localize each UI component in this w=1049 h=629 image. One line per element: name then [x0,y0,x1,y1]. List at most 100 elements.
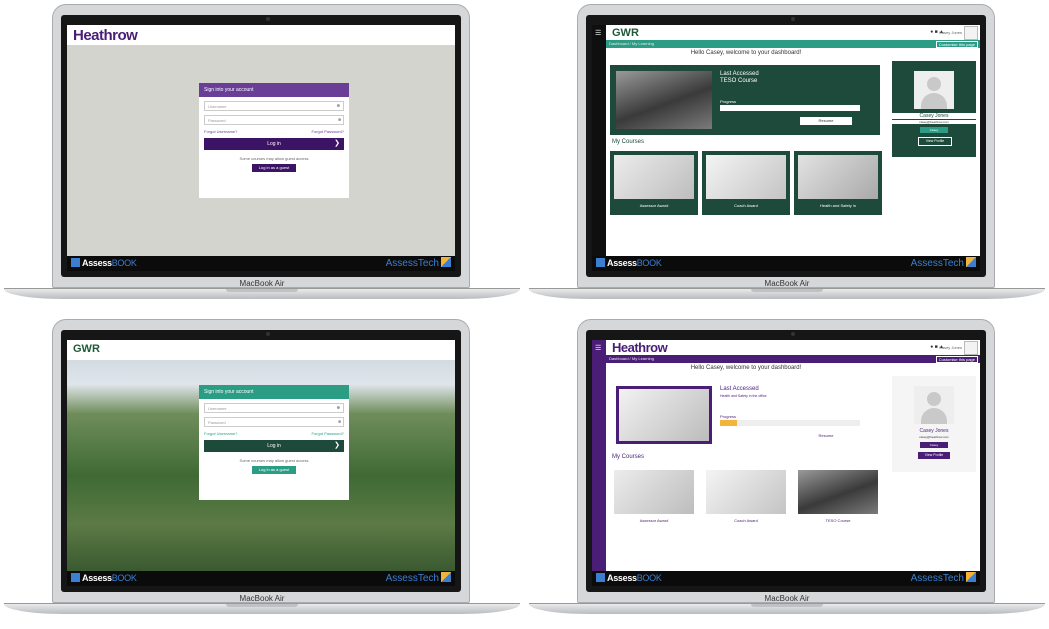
forgot-password-link[interactable]: Forgot Password? [312,431,344,436]
forgot-password-link[interactable]: Forgot Password? [312,129,344,134]
course-card[interactable]: Health and Safety in [794,151,882,215]
screen-bezel: ☰ GWR ● ■ ▲ Casey Jones Dashboard / My L… [586,15,986,277]
assessbook-mark-icon [71,258,80,267]
last-accessed-card[interactable]: Last Accessed Health and Safety in the of… [610,380,880,450]
assesstech-mark-icon [441,257,451,267]
arrow-right-icon: ❯ [334,140,340,147]
course-name: Coach Award [734,518,758,523]
course-card[interactable]: TESO Course [794,466,882,530]
last-accessed-course: TESO Course [720,78,758,84]
user-name[interactable]: Casey Jones [939,30,962,35]
gwr-logo: GWR [73,343,100,355]
guest-login-button[interactable]: Log in as a guest [252,466,296,474]
last-accessed-card[interactable]: Last Accessed TESO Course Progress Resume [610,65,880,135]
course-name: Coach Award [734,203,758,208]
assessbook-logo: AssessBOOK [71,573,137,583]
course-card[interactable]: Coach Award [702,151,790,215]
view-profile-button[interactable]: View Profile [918,137,952,146]
side-drawer: ☰ [592,25,606,256]
course-card[interactable]: Assessor Award [610,151,698,215]
assessbook-mark-icon [596,573,605,582]
forgot-username-link[interactable]: Forgot Username? [204,431,237,436]
assessbook-logo: AssessBOOK [596,258,662,268]
last-accessed-course: Health and Safety in the office [720,394,767,398]
dashboard-content: Last Accessed TESO Course Progress Resume… [606,59,980,256]
footer-bar: AssessBOOK AssessTech [592,256,980,271]
breadcrumb[interactable]: Dashboard / My Learning [609,41,654,46]
assesstech-mark-icon [966,572,976,582]
course-card[interactable]: Assessor Award [610,466,698,530]
model-label: MacBook Air [239,594,285,603]
top-bar: GWR ● ■ ▲ Casey Jones [606,25,980,40]
login-header: Sign into your account [199,385,349,399]
last-accessed-text: Last Accessed Health and Safety in the of… [720,386,767,400]
assessbook-word-b: BOOK [636,573,662,583]
user-icon: ☻ [335,405,341,411]
gwr-logo: GWR [612,27,639,39]
user-name[interactable]: Casey Jones [939,345,962,350]
heathrow-logo: Heathrow [612,340,668,355]
laptop-heathrow-login: Heathrow Sign into your account Username… [0,0,524,314]
profile-tag[interactable]: Casey [920,127,948,133]
forgot-username-link[interactable]: Forgot Username? [204,129,237,134]
laptop-gwr-login: GWR Sign into your account Username ☻ Pas… [0,315,524,629]
bell-icon[interactable]: ● [930,29,933,35]
username-input[interactable]: Username ☻ [204,403,344,413]
last-accessed-title: Last Accessed [720,386,759,392]
course-image [706,155,786,199]
profile-card: Casey Jones casey@heathrow.com Casey Vie… [892,61,976,157]
course-image [706,470,786,514]
assessbook-logo: AssessBOOK [596,573,662,583]
lock-icon: ■ [337,117,341,123]
message-icon[interactable]: ■ [935,344,938,350]
login-button[interactable]: Log in ❯ [204,138,344,150]
footer-bar: AssessBOOK AssessTech [592,571,980,586]
screen-bezel: Heathrow Sign into your account Username… [61,15,461,277]
assessbook-word-b: BOOK [111,258,137,268]
assesstech-logo: AssessTech [386,572,451,584]
guest-note: Some courses may allow guest access [239,458,309,463]
avatar[interactable] [964,341,978,355]
login-box: Sign into your account Username ☻ Passwor… [199,385,349,500]
view-profile-button[interactable]: View Profile [918,452,950,459]
course-image [798,470,878,514]
assesstech-logo: AssessTech [911,257,976,269]
login-button[interactable]: Log in ❯ [204,440,344,452]
laptop-lid: ☰ Heathrow ● ■ ▲ Casey Jones Dashboard /… [577,319,995,603]
resume-button[interactable]: Resume [800,432,852,440]
course-image [798,155,878,199]
profile-tag[interactable]: Casey [920,442,948,448]
assessbook-mark-icon [596,258,605,267]
camera-dot [791,17,795,21]
guest-login-button[interactable]: Log in as a guest [252,164,296,172]
message-icon[interactable]: ■ [935,29,938,35]
customise-button[interactable]: Customise this page [935,356,978,363]
avatar-head-icon [927,392,941,406]
brand-bar: GWR [67,340,455,360]
resume-button[interactable]: Resume [800,117,852,125]
course-name: Assessor Award [639,203,669,208]
laptop-base [4,603,520,614]
customise-button[interactable]: Customise this page [935,41,978,48]
username-input[interactable]: Username ☻ [204,101,344,111]
nav-bar: Dashboard / My Learning Customise this p… [606,40,980,48]
avatar-body-icon [921,93,947,109]
menu-icon[interactable]: ☰ [595,344,601,352]
menu-icon[interactable]: ☰ [595,29,601,37]
lock-icon: ■ [337,419,341,425]
bell-icon[interactable]: ● [930,344,933,350]
progress-bar [720,420,860,426]
brand-bar: Heathrow [67,25,455,45]
password-input[interactable]: Password ■ [204,115,344,125]
avatar[interactable] [964,26,978,40]
course-card[interactable]: Coach Award [702,466,790,530]
laptop-base [529,288,1045,299]
password-input[interactable]: Password ■ [204,417,344,427]
camera-dot [266,17,270,21]
laptop-lid: GWR Sign into your account Username ☻ Pas… [52,319,470,603]
heathrow-login-screen: Heathrow Sign into your account Username… [67,25,455,271]
assessbook-logo: AssessBOOK [71,258,137,268]
assessbook-word-a: Assess [607,573,637,583]
course-image [614,155,694,199]
breadcrumb[interactable]: Dashboard / My Learning [609,356,654,361]
